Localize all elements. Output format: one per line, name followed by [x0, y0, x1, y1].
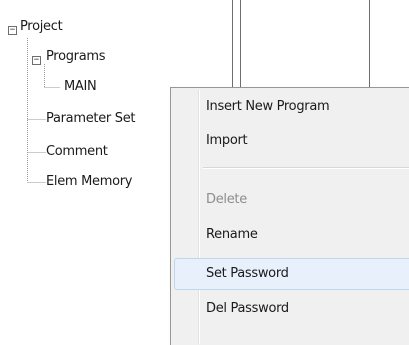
- menu-separator: [203, 167, 409, 169]
- programs-collapse-icon[interactable]: −: [32, 56, 41, 65]
- menu-item-set-password[interactable]: Set Password: [174, 258, 409, 290]
- tree-node-programs[interactable]: Programs: [46, 49, 106, 64]
- tree-node-project[interactable]: Project: [20, 19, 63, 34]
- project-collapse-icon[interactable]: −: [8, 26, 17, 35]
- menu-item-delete[interactable]: Delete: [174, 186, 409, 214]
- tree-node-comment[interactable]: Comment: [46, 144, 108, 159]
- menu-item-insert-new-program[interactable]: Insert New Program: [174, 93, 409, 121]
- menu-item-del-password[interactable]: Del Password: [174, 295, 409, 323]
- tree-node-main[interactable]: MAIN: [62, 79, 98, 94]
- context-menu: Insert New Program Import Delete Rename …: [170, 87, 409, 345]
- menu-item-import[interactable]: Import: [174, 127, 409, 155]
- tree-node-elem-memory[interactable]: Elem Memory: [46, 174, 133, 189]
- tree-node-parameter-set[interactable]: Parameter Set: [46, 111, 136, 126]
- menu-item-rename[interactable]: Rename: [174, 221, 409, 249]
